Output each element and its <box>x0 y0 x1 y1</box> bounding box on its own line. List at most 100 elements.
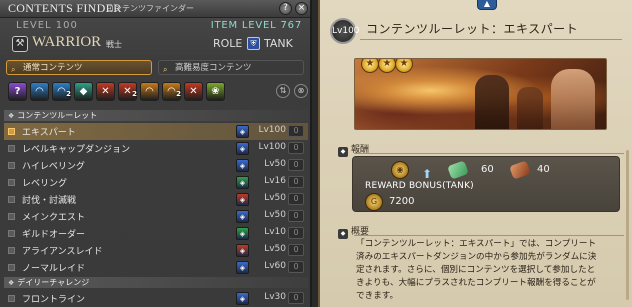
description-line: 「コンテンツルーレット：エキスパート」では、コンプリート <box>356 239 597 249</box>
duty-count: 0 <box>288 210 304 222</box>
level-badge: Lv100 <box>330 18 360 44</box>
gold-saucer-icon[interactable]: ❀ <box>206 82 225 101</box>
role-value: TANK <box>264 37 293 50</box>
reward-box: ◉ ⬆ 60 40 REWARD BONUS(TANK) G 7200 <box>352 156 620 212</box>
duty-row[interactable]: ノーマルレイド ◈ Lv60 0 <box>4 259 308 276</box>
job-role-icon: ◈ <box>236 159 249 172</box>
duty-name: レベリング <box>22 179 68 189</box>
tier-badge: 2 <box>176 90 181 98</box>
duty-level: Lv10 <box>264 227 286 237</box>
duty-count: 0 <box>288 125 304 137</box>
roulette-icon[interactable]: ? <box>8 82 27 101</box>
banner-figure <box>551 69 595 129</box>
scrollbar[interactable] <box>626 150 629 300</box>
gil-coin-icon: G <box>365 193 383 211</box>
job-role-icon: ◈ <box>236 176 249 189</box>
trial-2-icon[interactable]: ✕ 2 <box>118 82 137 101</box>
tab-normal-content[interactable]: ⌕ 通常コンテンツ <box>6 60 152 75</box>
duty-count: 0 <box>288 227 304 239</box>
duty-row[interactable]: フロントライン ◈ Lv30 0 <box>4 290 308 307</box>
clear-selection-button[interactable]: ⊗ <box>294 84 308 98</box>
duty-checkbox[interactable] <box>8 128 15 135</box>
star-icon: ★ <box>395 59 413 73</box>
description-line: 済みのエキスパートダンジョンの中から参加先がランダムに決 <box>356 252 597 262</box>
job-name-jp: 戦士 <box>106 40 122 49</box>
raid-2-icon[interactable]: ◠ 2 <box>162 82 181 101</box>
description-line: きよりも、大幅にプラスされたコンプリート報酬を得ることが <box>356 278 596 288</box>
job-role-icon: ◈ <box>236 125 249 138</box>
job-role-icon: ◈ <box>236 244 249 257</box>
duty-checkbox[interactable] <box>8 162 15 169</box>
duty-checkbox[interactable] <box>8 264 15 271</box>
duty-level: Lv50 <box>264 159 286 169</box>
search-icon: ⌕ <box>163 65 168 74</box>
tier-badge: 2 <box>66 90 71 98</box>
dungeon-2-icon[interactable]: ◠ 2 <box>52 82 71 101</box>
duty-level: Lv100 <box>258 125 286 135</box>
reward-divider <box>354 153 624 154</box>
reward-bonus-label: REWARD BONUS(TANK) <box>365 181 474 191</box>
duty-row[interactable]: ハイレベリング ◈ Lv50 0 <box>4 157 308 174</box>
duty-checkbox[interactable] <box>8 196 15 203</box>
duty-name: レベルキャップダンジョン <box>22 145 131 155</box>
collapse-icon: ❖ <box>8 112 15 120</box>
raid-icon[interactable]: ◠ <box>140 82 159 101</box>
trial-icon[interactable]: ✕ <box>96 82 115 101</box>
job-role-icon: ◈ <box>236 193 249 206</box>
summary-header: ◆ 概要 <box>338 224 369 239</box>
reward-header: ◆ 報酬 <box>338 142 369 157</box>
guildhest-icon[interactable]: ◆ <box>74 82 93 101</box>
window-titlebar[interactable]: CONTENTS FINDER コンテンツファインダー ? × <box>0 0 310 18</box>
axe-icon: ⚒ <box>12 36 28 52</box>
help-button[interactable]: ? <box>279 2 292 15</box>
duty-row[interactable]: ギルドオーダー ◈ Lv10 0 <box>4 225 308 242</box>
job-role-icon: ◈ <box>236 227 249 240</box>
duty-checkbox[interactable] <box>8 295 15 302</box>
duty-name: ハイレベリング <box>22 162 85 172</box>
shield-icon: ⛨ <box>247 37 260 50</box>
detail-top-tab[interactable]: ▲ <box>477 0 497 10</box>
category-label: デイリーチャレンジ <box>17 278 90 287</box>
duty-row[interactable]: レベルキャップダンジョン ◈ Lv100 0 <box>4 140 308 157</box>
dungeon-icon[interactable]: ◠ <box>30 82 49 101</box>
close-button[interactable]: × <box>295 2 308 15</box>
summary-divider <box>354 235 624 236</box>
description-line: 定されます。さらに、個別にコンテンツを選択して参加したと <box>356 265 596 275</box>
job-role-icon: ◈ <box>236 261 249 274</box>
sort-level-button[interactable]: ⇅ <box>276 84 290 98</box>
duty-count: 0 <box>288 292 304 304</box>
role-label: ROLE <box>213 37 243 50</box>
category-header[interactable]: ❖ デイリーチャレンジ <box>4 277 308 288</box>
window-title: CONTENTS FINDER <box>8 1 122 15</box>
contents-finder-panel: CONTENTS FINDER コンテンツファインダー ? × LEVEL 10… <box>0 0 312 307</box>
duty-name: メインクエスト <box>22 213 86 223</box>
duty-name: アライアンスレイド <box>22 247 103 257</box>
duty-checkbox[interactable] <box>8 230 15 237</box>
pvp-icon[interactable]: ✕ <box>184 82 203 101</box>
item-level-text: ITEM LEVEL 767 <box>210 20 302 31</box>
duty-row[interactable]: アライアンスレイド ◈ Lv50 0 <box>4 242 308 259</box>
duty-row[interactable]: メインクエスト ◈ Lv50 0 <box>4 208 308 225</box>
bonus-arrow-icon: ⬆ <box>422 167 433 181</box>
duty-level: Lv100 <box>258 142 286 152</box>
duty-row[interactable]: 討伐・討滅戦 ◈ Lv50 0 <box>4 191 308 208</box>
job-role-icon: ◈ <box>236 210 249 223</box>
duty-checkbox[interactable] <box>8 213 15 220</box>
category-header[interactable]: ❖ コンテンツルーレット <box>4 110 308 121</box>
duty-row[interactable]: レベリング ◈ Lv16 0 <box>4 174 308 191</box>
duty-name: エキスパート <box>22 128 76 138</box>
duty-level: Lv60 <box>264 261 286 271</box>
window-subtitle: コンテンツファインダー <box>106 4 194 13</box>
duty-title: コンテンツルーレット：エキスパート <box>366 22 579 36</box>
duty-checkbox[interactable] <box>8 247 15 254</box>
tomestone-b-count: 40 <box>537 164 550 175</box>
duty-row[interactable]: エキスパート ◈ Lv100 0 <box>4 123 308 140</box>
duty-name: ギルドオーダー <box>22 230 86 240</box>
duty-count: 0 <box>288 193 304 205</box>
duty-checkbox[interactable] <box>8 145 15 152</box>
duty-checkbox[interactable] <box>8 179 15 186</box>
tab-normal-label: 通常コンテンツ <box>23 63 83 73</box>
tomestone-a-icon <box>447 160 469 180</box>
duty-count: 0 <box>288 244 304 256</box>
tab-high-end-content[interactable]: ⌕ 高難易度コンテンツ <box>158 60 304 75</box>
